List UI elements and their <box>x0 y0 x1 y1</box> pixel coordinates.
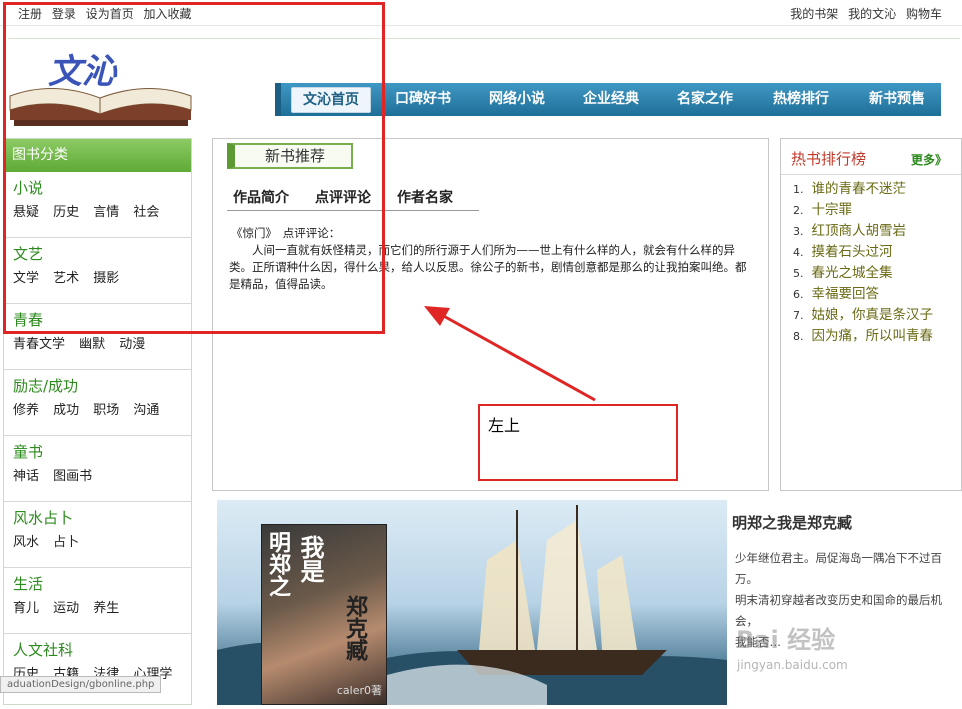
more-link[interactable]: 更多》 <box>911 151 947 168</box>
list-item[interactable]: 7. 姑娘，你真是条汉子 <box>793 305 961 326</box>
hot-ranking-list: 1. 谁的青春不迷茫 2. 十宗罪 3. 红顶商人胡雪岩 4. 摸着石头过河 5. 春光之… <box>781 175 961 347</box>
category-link[interactable]: 成功 <box>53 403 79 418</box>
hot-ranking-title: 热书排行榜 <box>791 150 867 168</box>
nav-masters[interactable]: 名家之作 <box>665 83 745 116</box>
list-item[interactable]: 4. 摸着石头过河 <box>793 242 961 263</box>
list-item[interactable]: 8. 因为痛，所以叫青春 <box>793 326 961 347</box>
cover-author: caler0著 <box>336 684 382 697</box>
nav-hot-rankings[interactable]: 热榜排行 <box>761 83 841 116</box>
nav-reputation[interactable]: 口碑好书 <box>383 83 463 116</box>
list-item[interactable]: 3. 红顶商人胡雪岩 <box>793 221 961 242</box>
category-title[interactable]: 励志/成功 <box>13 373 191 399</box>
book-cover: 明郑之 我是 郑克臧 caler0著 <box>261 524 387 705</box>
category-link[interactable]: 沟通 <box>133 403 159 418</box>
nav-business-classics[interactable]: 企业经典 <box>571 83 651 116</box>
category-link[interactable]: 风水 <box>13 535 39 550</box>
list-item[interactable]: 5. 春光之城全集 <box>793 263 961 284</box>
featured-banner[interactable]: 明郑之 我是 郑克臧 caler0著 明郑之我是郑克臧 少年继位君主。局促海岛一… <box>217 500 959 705</box>
category-life: 生活 育儿 运动 养生 <box>4 568 191 634</box>
baidu-watermark: Bai 经验 <box>736 626 836 654</box>
category-title[interactable]: 生活 <box>13 571 191 597</box>
category-link[interactable]: 神话 <box>13 469 39 484</box>
category-link[interactable]: 图画书 <box>53 469 92 484</box>
top-links-right: 我的书架 我的文沁 购物车 <box>790 5 948 22</box>
category-link[interactable]: 运动 <box>53 601 79 616</box>
status-bar-url: aduationDesign/gbonline.php <box>0 676 162 693</box>
category-link[interactable]: 育儿 <box>13 601 39 616</box>
hot-ranking-header: 热书排行榜 更多》 <box>781 139 961 175</box>
highlight-box <box>3 2 385 334</box>
nav-web-novels[interactable]: 网络小说 <box>477 83 557 116</box>
category-link[interactable]: 占卜 <box>53 535 79 550</box>
banner-title[interactable]: 明郑之我是郑克臧 <box>732 512 852 533</box>
arrow-icon <box>424 306 596 402</box>
tab-authors[interactable]: 作者名家 <box>397 187 453 207</box>
cover-title: 我是 <box>296 535 324 583</box>
list-item[interactable]: 2. 十宗罪 <box>793 200 961 221</box>
category-title[interactable]: 童书 <box>13 439 191 465</box>
category-link[interactable]: 修养 <box>13 403 39 418</box>
category-fengshui: 风水占卜 风水 占卜 <box>4 502 191 568</box>
nav-presale[interactable]: 新书预售 <box>857 83 937 116</box>
category-inspiration: 励志/成功 修养 成功 职场 沟通 <box>4 370 191 436</box>
baidu-watermark-url: jingyan.baidu.com <box>737 658 848 672</box>
cart-link[interactable]: 购物车 <box>906 7 942 21</box>
category-link[interactable]: 养生 <box>93 601 119 616</box>
list-item[interactable]: 1. 谁的青春不迷茫 <box>793 179 961 200</box>
category-title[interactable]: 风水占卜 <box>13 505 191 531</box>
list-item[interactable]: 6. 幸福要回答 <box>793 284 961 305</box>
category-children: 童书 神话 图画书 <box>4 436 191 502</box>
my-wenqin-link[interactable]: 我的文沁 <box>848 7 896 21</box>
my-bookshelf-link[interactable]: 我的书架 <box>790 7 838 21</box>
cover-title: 明郑之 <box>265 531 290 597</box>
cover-title: 郑克臧 <box>342 595 367 661</box>
hot-ranking-panel: 热书排行榜 更多》 1. 谁的青春不迷茫 2. 十宗罪 3. 红顶商人胡雪岩 4. 摸着… <box>780 138 962 491</box>
annotation-note: 左上 <box>478 404 678 481</box>
category-link[interactable]: 职场 <box>93 403 119 418</box>
category-link[interactable]: 青春文学 <box>13 337 65 352</box>
category-title[interactable]: 人文社科 <box>13 637 191 663</box>
category-link[interactable]: 动漫 <box>119 337 145 352</box>
category-link[interactable]: 幽默 <box>79 337 105 352</box>
banner-line: 少年继位君主。局促海岛一隅冶下不过百万。 <box>735 551 942 586</box>
